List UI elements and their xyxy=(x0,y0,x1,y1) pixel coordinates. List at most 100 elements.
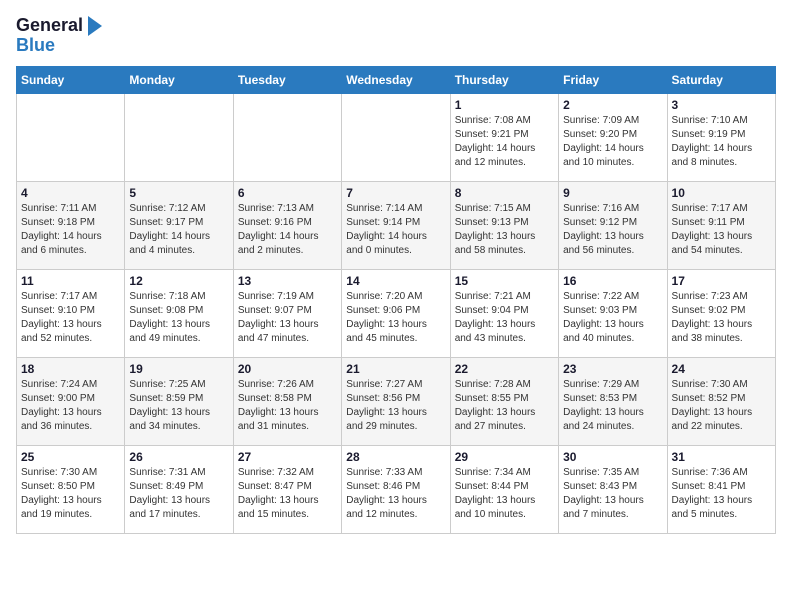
calendar-cell: 6 Sunrise: 7:13 AM Sunset: 9:16 PM Daylig… xyxy=(233,181,341,269)
day-info: Sunrise: 7:31 AM Sunset: 8:49 PM Dayligh… xyxy=(129,466,228,522)
day-number: 18 xyxy=(21,362,120,376)
calendar-cell: 2 Sunrise: 7:09 AM Sunset: 9:20 PM Daylig… xyxy=(559,93,667,181)
calendar-cell: 1 Sunrise: 7:08 AM Sunset: 9:21 PM Daylig… xyxy=(450,93,558,181)
calendar-cell: 23Sunrise: 7:29 AM Sunset: 8:53 PM Dayli… xyxy=(559,357,667,445)
calendar-cell: 22 Sunrise: 7:28 AM Sunset: 8:55 PM Dayli… xyxy=(450,357,558,445)
day-number: 17 xyxy=(672,274,771,288)
day-number: 15 xyxy=(455,274,554,288)
day-number: 28 xyxy=(346,450,445,464)
day-info: Sunrise: 7:30 AM Sunset: 8:52 PM Dayligh… xyxy=(672,378,771,434)
header-day-sunday: Sunday xyxy=(17,66,125,93)
header-day-friday: Friday xyxy=(559,66,667,93)
calendar-cell xyxy=(125,93,233,181)
header-day-wednesday: Wednesday xyxy=(342,66,450,93)
calendar-cell: 31 Sunrise: 7:36 AM Sunset: 8:41 PM Dayli… xyxy=(667,445,775,533)
day-info: Sunrise: 7:14 AM Sunset: 9:14 PM Dayligh… xyxy=(346,202,445,258)
calendar-cell: 13Sunrise: 7:19 AM Sunset: 9:07 PM Dayli… xyxy=(233,269,341,357)
day-number: 26 xyxy=(129,450,228,464)
day-info: Sunrise: 7:26 AM Sunset: 8:58 PM Dayligh… xyxy=(238,378,337,434)
calendar-cell: 26 Sunrise: 7:31 AM Sunset: 8:49 PM Dayli… xyxy=(125,445,233,533)
calendar-cell: 12 Sunrise: 7:18 AM Sunset: 9:08 PM Dayli… xyxy=(125,269,233,357)
calendar-cell: 7Sunrise: 7:14 AM Sunset: 9:14 PM Daylig… xyxy=(342,181,450,269)
day-info: Sunrise: 7:13 AM Sunset: 9:16 PM Dayligh… xyxy=(238,202,337,258)
calendar-week-row: 18Sunrise: 7:24 AM Sunset: 9:00 PM Dayli… xyxy=(17,357,776,445)
day-info: Sunrise: 7:29 AM Sunset: 8:53 PM Dayligh… xyxy=(563,378,662,434)
day-info: Sunrise: 7:20 AM Sunset: 9:06 PM Dayligh… xyxy=(346,290,445,346)
logo-triangle-icon xyxy=(88,16,102,36)
calendar-cell: 24Sunrise: 7:30 AM Sunset: 8:52 PM Dayli… xyxy=(667,357,775,445)
header-day-monday: Monday xyxy=(125,66,233,93)
calendar-cell: 25 Sunrise: 7:30 AM Sunset: 8:50 PM Dayli… xyxy=(17,445,125,533)
day-number: 4 xyxy=(21,186,120,200)
calendar-cell: 27Sunrise: 7:32 AM Sunset: 8:47 PM Dayli… xyxy=(233,445,341,533)
calendar-table: SundayMondayTuesdayWednesdayThursdayFrid… xyxy=(16,66,776,534)
day-info: Sunrise: 7:32 AM Sunset: 8:47 PM Dayligh… xyxy=(238,466,337,522)
day-info: Sunrise: 7:27 AM Sunset: 8:56 PM Dayligh… xyxy=(346,378,445,434)
day-info: Sunrise: 7:28 AM Sunset: 8:55 PM Dayligh… xyxy=(455,378,554,434)
day-info: Sunrise: 7:12 AM Sunset: 9:17 PM Dayligh… xyxy=(129,202,228,258)
calendar-header-row: SundayMondayTuesdayWednesdayThursdayFrid… xyxy=(17,66,776,93)
day-number: 1 xyxy=(455,98,554,112)
calendar-week-row: 1 Sunrise: 7:08 AM Sunset: 9:21 PM Daylig… xyxy=(17,93,776,181)
day-info: Sunrise: 7:10 AM Sunset: 9:19 PM Dayligh… xyxy=(672,114,771,170)
day-number: 12 xyxy=(129,274,228,288)
day-info: Sunrise: 7:11 AM Sunset: 9:18 PM Dayligh… xyxy=(21,202,120,258)
day-info: Sunrise: 7:35 AM Sunset: 8:43 PM Dayligh… xyxy=(563,466,662,522)
calendar-cell: 28Sunrise: 7:33 AM Sunset: 8:46 PM Dayli… xyxy=(342,445,450,533)
day-number: 10 xyxy=(672,186,771,200)
logo-text-blue: Blue xyxy=(16,36,55,56)
day-number: 21 xyxy=(346,362,445,376)
day-number: 6 xyxy=(238,186,337,200)
calendar-cell xyxy=(342,93,450,181)
calendar-cell: 29Sunrise: 7:34 AM Sunset: 8:44 PM Dayli… xyxy=(450,445,558,533)
day-info: Sunrise: 7:17 AM Sunset: 9:11 PM Dayligh… xyxy=(672,202,771,258)
calendar-week-row: 11Sunrise: 7:17 AM Sunset: 9:10 PM Dayli… xyxy=(17,269,776,357)
day-number: 13 xyxy=(238,274,337,288)
day-info: Sunrise: 7:25 AM Sunset: 8:59 PM Dayligh… xyxy=(129,378,228,434)
day-info: Sunrise: 7:36 AM Sunset: 8:41 PM Dayligh… xyxy=(672,466,771,522)
day-info: Sunrise: 7:30 AM Sunset: 8:50 PM Dayligh… xyxy=(21,466,120,522)
calendar-cell: 5Sunrise: 7:12 AM Sunset: 9:17 PM Daylig… xyxy=(125,181,233,269)
day-info: Sunrise: 7:15 AM Sunset: 9:13 PM Dayligh… xyxy=(455,202,554,258)
day-number: 19 xyxy=(129,362,228,376)
calendar-cell: 30 Sunrise: 7:35 AM Sunset: 8:43 PM Dayli… xyxy=(559,445,667,533)
calendar-cell: 9 Sunrise: 7:16 AM Sunset: 9:12 PM Daylig… xyxy=(559,181,667,269)
calendar-cell: 20Sunrise: 7:26 AM Sunset: 8:58 PM Dayli… xyxy=(233,357,341,445)
day-info: Sunrise: 7:18 AM Sunset: 9:08 PM Dayligh… xyxy=(129,290,228,346)
day-number: 31 xyxy=(672,450,771,464)
day-info: Sunrise: 7:08 AM Sunset: 9:21 PM Dayligh… xyxy=(455,114,554,170)
day-number: 16 xyxy=(563,274,662,288)
day-info: Sunrise: 7:16 AM Sunset: 9:12 PM Dayligh… xyxy=(563,202,662,258)
day-info: Sunrise: 7:21 AM Sunset: 9:04 PM Dayligh… xyxy=(455,290,554,346)
day-number: 29 xyxy=(455,450,554,464)
page-header: General Blue xyxy=(16,16,776,56)
day-info: Sunrise: 7:09 AM Sunset: 9:20 PM Dayligh… xyxy=(563,114,662,170)
calendar-week-row: 25 Sunrise: 7:30 AM Sunset: 8:50 PM Dayli… xyxy=(17,445,776,533)
calendar-cell: 15 Sunrise: 7:21 AM Sunset: 9:04 PM Dayli… xyxy=(450,269,558,357)
day-number: 30 xyxy=(563,450,662,464)
calendar-cell: 18Sunrise: 7:24 AM Sunset: 9:00 PM Dayli… xyxy=(17,357,125,445)
logo-text-general: General xyxy=(16,16,83,36)
calendar-cell: 11Sunrise: 7:17 AM Sunset: 9:10 PM Dayli… xyxy=(17,269,125,357)
day-info: Sunrise: 7:23 AM Sunset: 9:02 PM Dayligh… xyxy=(672,290,771,346)
calendar-cell: 8Sunrise: 7:15 AM Sunset: 9:13 PM Daylig… xyxy=(450,181,558,269)
day-number: 9 xyxy=(563,186,662,200)
day-number: 14 xyxy=(346,274,445,288)
calendar-cell: 21 Sunrise: 7:27 AM Sunset: 8:56 PM Dayli… xyxy=(342,357,450,445)
day-info: Sunrise: 7:22 AM Sunset: 9:03 PM Dayligh… xyxy=(563,290,662,346)
day-number: 11 xyxy=(21,274,120,288)
calendar-cell: 14 Sunrise: 7:20 AM Sunset: 9:06 PM Dayli… xyxy=(342,269,450,357)
calendar-cell: 4 Sunrise: 7:11 AM Sunset: 9:18 PM Daylig… xyxy=(17,181,125,269)
calendar-cell: 10 Sunrise: 7:17 AM Sunset: 9:11 PM Dayli… xyxy=(667,181,775,269)
day-number: 2 xyxy=(563,98,662,112)
day-number: 3 xyxy=(672,98,771,112)
calendar-cell: 19 Sunrise: 7:25 AM Sunset: 8:59 PM Dayli… xyxy=(125,357,233,445)
day-number: 25 xyxy=(21,450,120,464)
calendar-week-row: 4 Sunrise: 7:11 AM Sunset: 9:18 PM Daylig… xyxy=(17,181,776,269)
calendar-cell: 16 Sunrise: 7:22 AM Sunset: 9:03 PM Dayli… xyxy=(559,269,667,357)
header-day-saturday: Saturday xyxy=(667,66,775,93)
calendar-cell: 17 Sunrise: 7:23 AM Sunset: 9:02 PM Dayli… xyxy=(667,269,775,357)
day-number: 22 xyxy=(455,362,554,376)
calendar-cell: 3 Sunrise: 7:10 AM Sunset: 9:19 PM Daylig… xyxy=(667,93,775,181)
calendar-cell xyxy=(17,93,125,181)
